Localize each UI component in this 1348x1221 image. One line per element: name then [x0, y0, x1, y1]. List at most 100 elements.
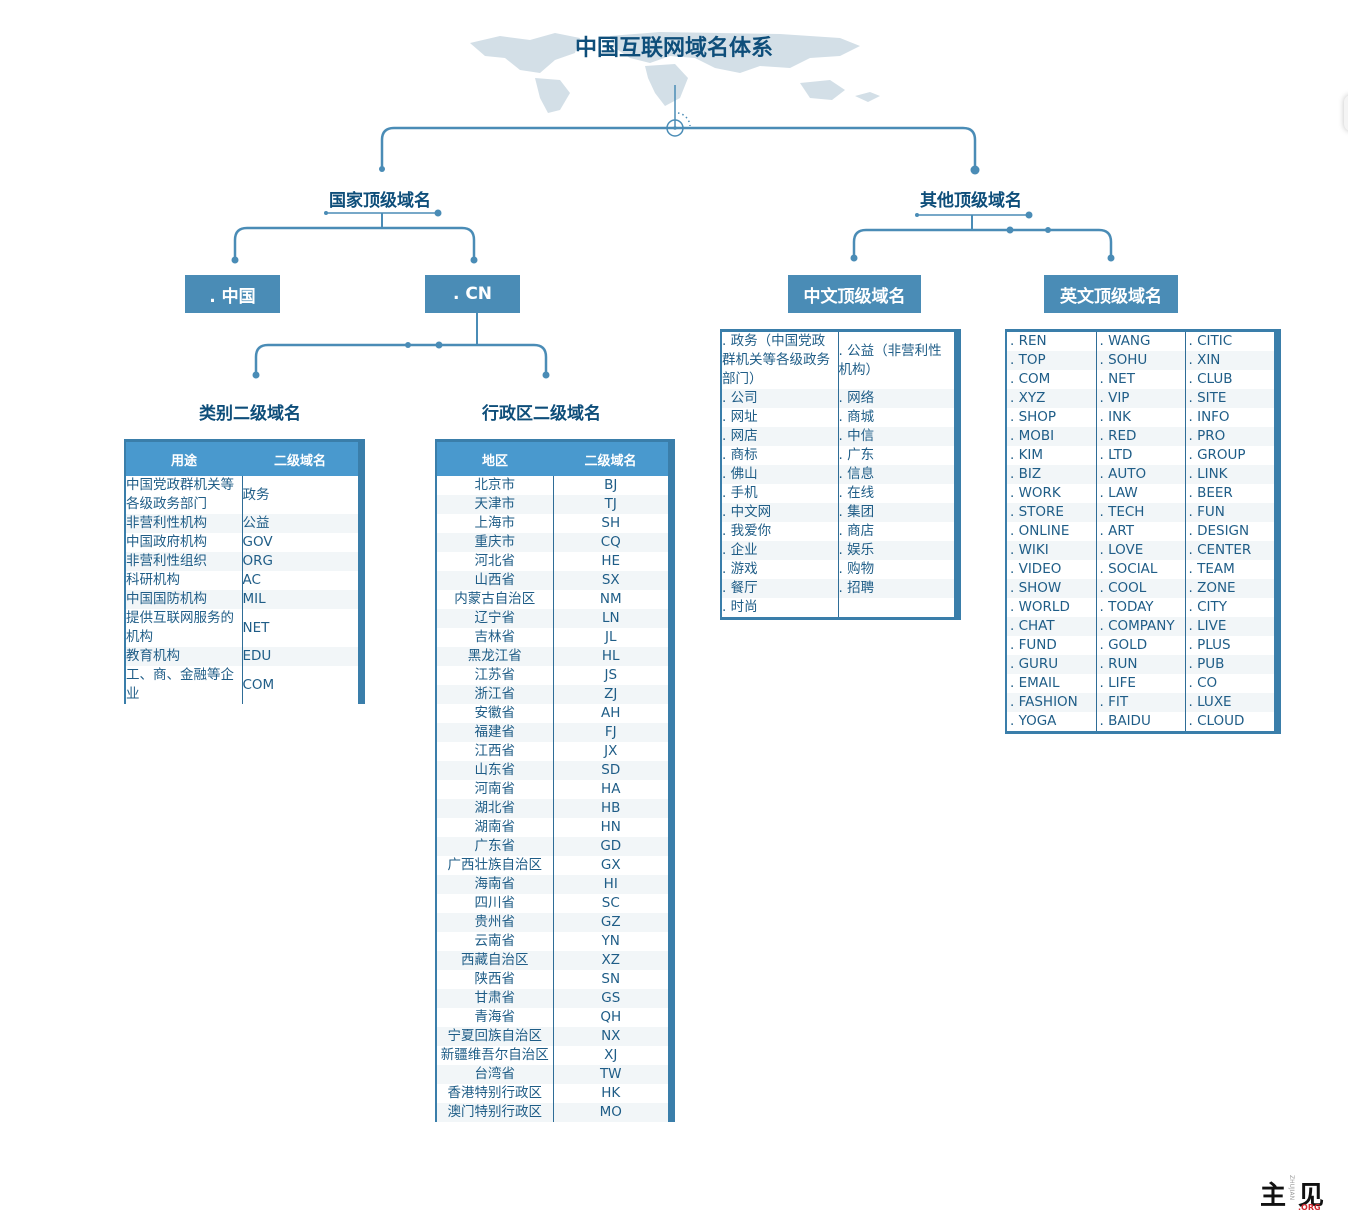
- chinese-tld-cell: . 中文网: [722, 503, 838, 522]
- chinese-tld-cell: [837, 598, 954, 617]
- english-tld-cell: . ZONE: [1184, 579, 1274, 598]
- table-row: 宁夏回族自治区 NX: [437, 1027, 668, 1046]
- chinese-tld-cell: . 网店: [722, 427, 838, 446]
- table-row: 山西省 SX: [437, 571, 668, 590]
- table-row: . 公司. 网络: [722, 389, 954, 408]
- column-header-usage: 用途: [126, 442, 242, 476]
- chinese-tld-cell: . 公益（非营利性机构）: [837, 332, 954, 389]
- table-row: . 佛山. 信息: [722, 465, 954, 484]
- table-row: 贵州省 GZ: [437, 913, 668, 932]
- table-row: 福建省 FJ: [437, 723, 668, 742]
- english-tld-cell: . LOVE: [1095, 541, 1185, 560]
- usage-cell: 非营利性机构: [126, 514, 242, 533]
- cn-tld-box: . CN: [425, 275, 520, 313]
- table-row: 西藏自治区 XZ: [437, 951, 668, 970]
- table-row: . REN. WANG. CITIC: [1007, 332, 1274, 351]
- table-row: 非营利性组织 ORG: [126, 552, 358, 571]
- english-tld-cell: . GOLD: [1095, 636, 1185, 655]
- english-tld-cell: . MOBI: [1007, 427, 1096, 446]
- sld-cell: HA: [552, 780, 668, 799]
- english-tld-cell: . SOHU: [1095, 351, 1185, 370]
- table-row: . 商标. 广东: [722, 446, 954, 465]
- sld-cell: JS: [552, 666, 668, 685]
- english-tld-cell: . TECH: [1095, 503, 1185, 522]
- region-cell: 广西壮族自治区: [437, 856, 553, 875]
- sld-cell: TW: [552, 1065, 668, 1084]
- english-tld-cell: . FIT: [1095, 693, 1185, 712]
- chinese-tld-table: . 政务（中国党政群机关等各级政务部门）. 公益（非营利性机构）. 公司. 网络…: [720, 329, 961, 620]
- english-tld-cell: . AUTO: [1095, 465, 1185, 484]
- english-tld-cell: . LAW: [1095, 484, 1185, 503]
- table-row: 青海省 QH: [437, 1008, 668, 1027]
- english-tld-cell: . CITIC: [1184, 332, 1274, 351]
- usage-cell: 中国国防机构: [126, 590, 242, 609]
- english-tld-cell: . ART: [1095, 522, 1185, 541]
- table-row: 吉林省 JL: [437, 628, 668, 647]
- sld-cell: COM: [241, 666, 358, 704]
- chinese-tld-cell: . 招聘: [837, 579, 954, 598]
- table-row: . ONLINE. ART. DESIGN: [1007, 522, 1274, 541]
- usage-cell: 科研机构: [126, 571, 242, 590]
- chinese-tld-cell: . 企业: [722, 541, 838, 560]
- chinese-tld-cell: . 在线: [837, 484, 954, 503]
- region-cell: 辽宁省: [437, 609, 553, 628]
- english-tld-cell: . SHOW: [1007, 579, 1096, 598]
- region-cell: 山西省: [437, 571, 553, 590]
- usage-cell: 教育机构: [126, 647, 242, 666]
- region-cell: 上海市: [437, 514, 553, 533]
- usage-cell: 中国政府机构: [126, 533, 242, 552]
- chinese-tld-cell: . 商标: [722, 446, 838, 465]
- table-row: . SHOW. COOL. ZONE: [1007, 579, 1274, 598]
- table-row: 江西省 JX: [437, 742, 668, 761]
- table-row: 河北省 HE: [437, 552, 668, 571]
- english-tld-cell: . WORLD: [1007, 598, 1096, 617]
- table-row: 非营利性机构 公益: [126, 514, 358, 533]
- chinese-tld-box: 中文顶级域名: [788, 275, 921, 313]
- table-row: 甘肃省 GS: [437, 989, 668, 1008]
- english-tld-cell: . COOL: [1095, 579, 1185, 598]
- region-cell: 贵州省: [437, 913, 553, 932]
- sld-cell: XJ: [552, 1046, 668, 1065]
- chinese-tld-cell: . 佛山: [722, 465, 838, 484]
- logo-suffix: .ORG: [1298, 1203, 1321, 1212]
- table-row: . COM. NET. CLUB: [1007, 370, 1274, 389]
- sld-cell: GOV: [241, 533, 358, 552]
- table-row: 重庆市 CQ: [437, 533, 668, 552]
- table-row: 山东省 SD: [437, 761, 668, 780]
- table-row: . 游戏. 购物: [722, 560, 954, 579]
- english-tld-box: 英文顶级域名: [1044, 275, 1178, 313]
- english-tld-cell: . PUB: [1184, 655, 1274, 674]
- sld-cell: SD: [552, 761, 668, 780]
- table-row: 河南省 HA: [437, 780, 668, 799]
- table-row: 云南省 YN: [437, 932, 668, 951]
- english-tld-cell: . VIP: [1095, 389, 1185, 408]
- other-tld-label: 其他顶级域名: [920, 191, 1022, 211]
- region-cell: 云南省: [437, 932, 553, 951]
- english-tld-cell: . LINK: [1184, 465, 1274, 484]
- english-tld-cell: . LTD: [1095, 446, 1185, 465]
- region-cell: 江西省: [437, 742, 553, 761]
- category-sld-label: 类别二级域名: [199, 404, 301, 424]
- region-cell: 福建省: [437, 723, 553, 742]
- sld-cell: HN: [552, 818, 668, 837]
- sld-cell: NX: [552, 1027, 668, 1046]
- region-cell: 澳门特别行政区: [437, 1103, 553, 1122]
- side-scroll-handle[interactable]: [1344, 95, 1348, 131]
- sld-cell: AH: [552, 704, 668, 723]
- english-tld-cell: . CO: [1184, 674, 1274, 693]
- column-header-sld: 二级域名: [242, 442, 358, 476]
- table-row: . GURU. RUN. PUB: [1007, 655, 1274, 674]
- zhujian-logo: 主 ZHUJIAN 见 .ORG: [1260, 1173, 1340, 1213]
- english-tld-cell: . CHAT: [1007, 617, 1096, 636]
- english-tld-cell: . XYZ: [1007, 389, 1096, 408]
- table-row: . 中文网. 集团: [722, 503, 954, 522]
- english-tld-cell: . COMPANY: [1095, 617, 1185, 636]
- table-row: 浙江省 ZJ: [437, 685, 668, 704]
- english-tld-cell: . FUN: [1184, 503, 1274, 522]
- region-cell: 新疆维吾尔自治区: [437, 1046, 553, 1065]
- sld-cell: GD: [552, 837, 668, 856]
- english-tld-table: . REN. WANG. CITIC. TOP. SOHU. XIN. COM.…: [1005, 329, 1281, 734]
- sld-cell: ZJ: [552, 685, 668, 704]
- diagram-title: 中国互联网域名体系: [575, 36, 774, 61]
- table-row: 上海市 SH: [437, 514, 668, 533]
